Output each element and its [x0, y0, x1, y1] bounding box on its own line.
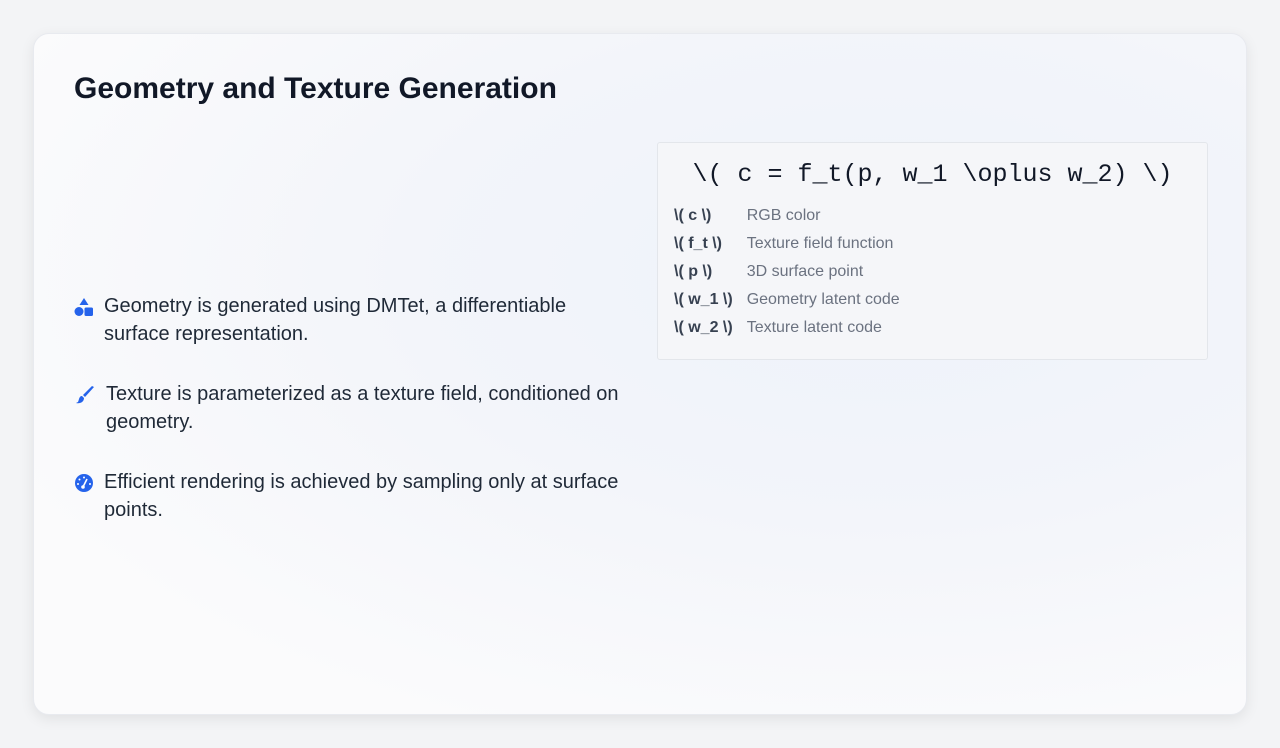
gauge-icon: [75, 474, 93, 492]
formula: \( c = f_t(p, w_1 \oplus w_2) \): [692, 160, 1173, 189]
formula-box: \( c = f_t(p, w_1 \oplus w_2) \) \( c \)…: [657, 142, 1208, 360]
legend-desc: RGB color: [746, 207, 821, 224]
bullet-text: Geometry is generated using DMTet, a dif…: [104, 295, 567, 345]
legend-symbol: \( w_1 \): [674, 291, 733, 308]
legend-row: \( w_1 \) Geometry latent code: [672, 286, 912, 314]
shapes-icon: [74, 298, 93, 316]
bullet-text: Texture is parameterized as a texture fi…: [106, 383, 619, 433]
legend-symbol: \( c \): [674, 207, 712, 224]
slide-card: Geometry and Texture Generation Geometry…: [33, 33, 1247, 715]
bullet-item: Geometry is generated using DMTet, a dif…: [74, 292, 629, 348]
legend-row: \( p \) 3D surface point: [672, 258, 912, 286]
legend-row: \( w_2 \) Texture latent code: [672, 314, 912, 342]
legend-symbol: \( w_2 \): [674, 319, 733, 336]
legend-row: \( c \) RGB color: [672, 202, 912, 230]
paintbrush-icon: [76, 386, 94, 404]
legend-row: \( f_t \) Texture field function: [672, 230, 912, 258]
variable-legend: \( c \) RGB color \( f_t \) Texture field …: [672, 202, 912, 342]
page-title: Geometry and Texture Generation: [74, 72, 557, 105]
legend-desc: Geometry latent code: [746, 291, 900, 308]
bullet-item: Efficient rendering is achieved by sampl…: [74, 468, 629, 524]
legend-symbol: \( f_t \): [674, 235, 722, 252]
legend-desc: Texture field function: [746, 235, 894, 252]
legend-desc: 3D surface point: [746, 263, 864, 280]
legend-symbol: \( p \): [674, 263, 713, 280]
legend-desc: Texture latent code: [746, 319, 882, 336]
bullet-item: Texture is parameterized as a texture fi…: [74, 380, 629, 436]
bullet-text: Efficient rendering is achieved by sampl…: [104, 471, 619, 521]
bullet-list: Geometry is generated using DMTet, a dif…: [74, 292, 629, 556]
